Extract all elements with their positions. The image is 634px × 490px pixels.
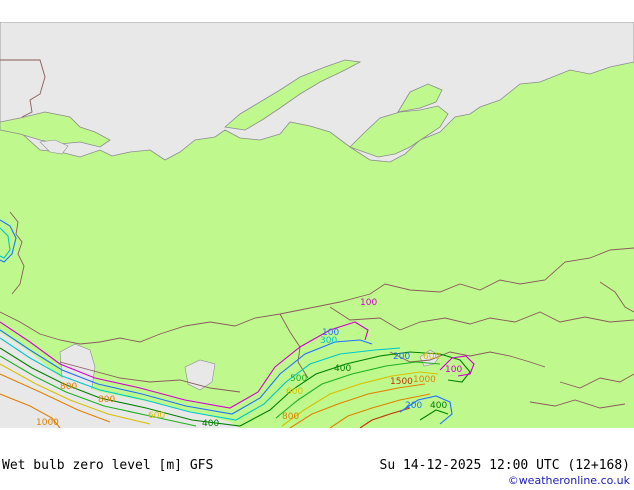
contour-label: 400: [430, 401, 447, 411]
contour-label: 1000: [413, 375, 436, 385]
contour-label: 600: [286, 387, 303, 397]
credit-link[interactable]: ©weatheronline.co.uk: [508, 474, 630, 487]
contour-label: 800: [98, 395, 115, 405]
contour-label: 600: [148, 411, 165, 421]
contour-label: 100: [445, 365, 462, 375]
weather-map: 100 100 300 200 600 100 400 500 1500 100…: [0, 22, 634, 428]
contour-label: 800: [60, 382, 77, 392]
contour-label: 800: [282, 412, 299, 422]
map-title: Wet bulb zero level [m] GFS: [2, 458, 214, 473]
contour-label: 300: [320, 336, 337, 346]
contour-label: 600: [423, 352, 440, 362]
contour-label: 400: [334, 364, 351, 374]
contour-label: 100: [360, 298, 377, 308]
map-footer: Wet bulb zero level [m] GFS Su 14-12-202…: [0, 428, 634, 490]
contour-label: 1000: [36, 418, 59, 428]
contour-label: 1500: [390, 377, 413, 387]
contour-label: 500: [290, 374, 307, 384]
contour-label: 400: [202, 419, 219, 428]
contour-label: 200: [405, 401, 422, 411]
contour-label: 200: [393, 352, 410, 362]
valid-time: Su 14-12-2025 12:00 UTC (12+168): [379, 458, 630, 473]
